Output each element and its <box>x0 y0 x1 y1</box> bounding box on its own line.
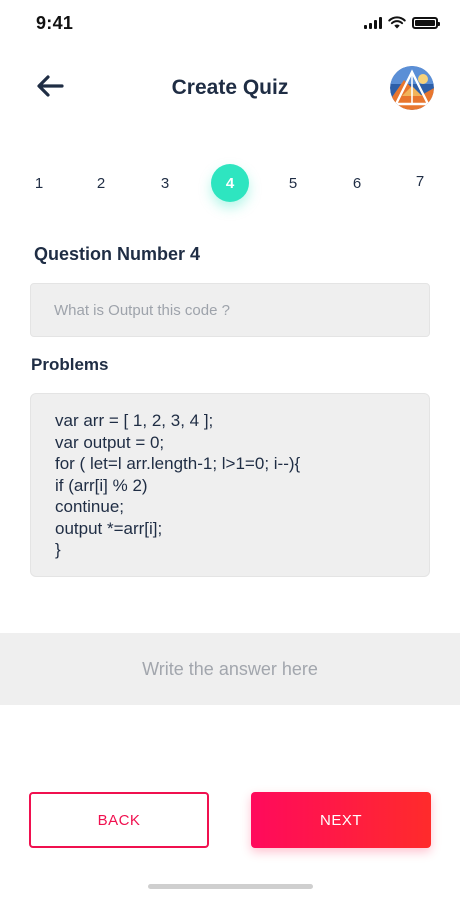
question-input[interactable] <box>30 283 430 337</box>
step-4-active[interactable]: 4 <box>211 164 249 202</box>
answer-input[interactable] <box>0 633 460 705</box>
back-button[interactable]: BACK <box>29 792 209 848</box>
step-7[interactable]: 7 <box>401 162 439 200</box>
avatar[interactable] <box>390 66 434 110</box>
step-1[interactable]: 1 <box>20 164 58 202</box>
status-icons <box>364 16 440 29</box>
step-2[interactable]: 2 <box>82 164 120 202</box>
problems-label: Problems <box>31 355 109 374</box>
signal-icon <box>364 16 382 29</box>
code-line: var output = 0; <box>55 432 165 452</box>
step-5[interactable]: 5 <box>274 164 312 202</box>
status-bar: 9:41 <box>0 0 460 50</box>
status-time: 9:41 <box>36 13 74 33</box>
header: Create Quiz <box>0 60 460 116</box>
step-3[interactable]: 3 <box>146 164 184 202</box>
code-line: continue; <box>55 497 124 516</box>
code-line: output *=arr[i]; <box>55 518 163 538</box>
next-button[interactable]: NEXT <box>251 792 431 848</box>
answer-field-container <box>0 633 460 705</box>
code-line: if (arr[i] % 2) <box>55 475 148 495</box>
step-indicator: 1 2 3 4 5 6 7 <box>0 164 460 204</box>
code-line: for ( let=l arr.length-1; l>1=0; i--){ <box>55 454 301 473</box>
code-line: } <box>55 540 61 559</box>
wifi-icon <box>388 16 406 29</box>
battery-icon <box>412 16 440 29</box>
question-number-label: Question Number 4 <box>34 244 201 264</box>
home-indicator <box>148 884 313 889</box>
code-line: var arr = [ 1, 2, 3, 4 ]; <box>55 411 214 430</box>
code-box[interactable]: var arr = [ 1, 2, 3, 4 ]; var output = 0… <box>30 393 430 577</box>
step-6[interactable]: 6 <box>338 164 376 202</box>
